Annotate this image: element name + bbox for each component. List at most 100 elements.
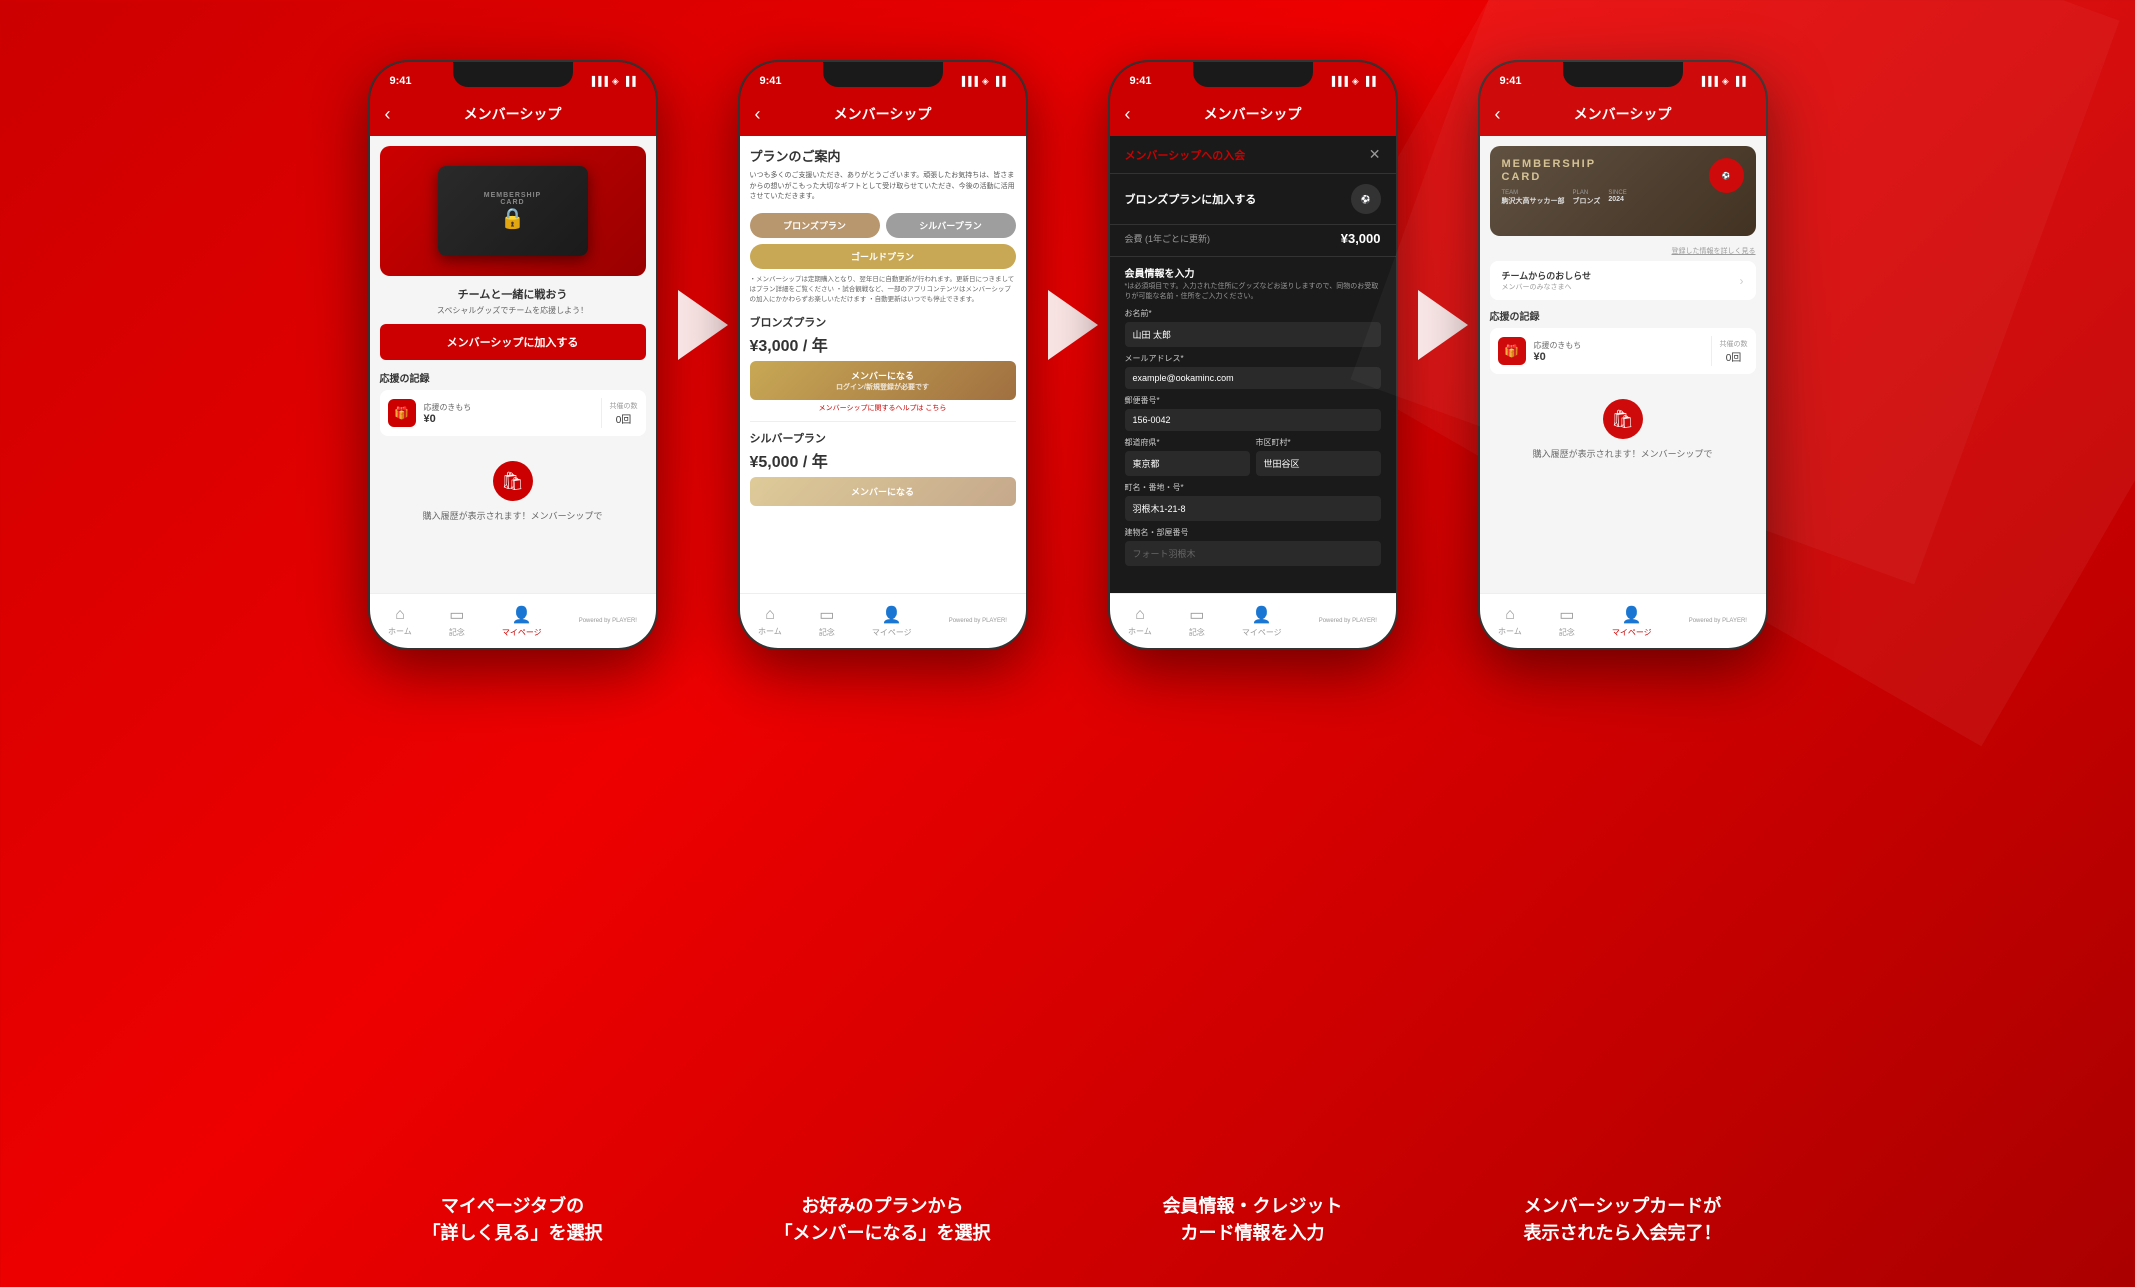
battery-icon: ▐▐ bbox=[623, 76, 636, 86]
phone-3: 9:41 ▐▐▐ ◈ ▐▐ ‹ メンバーシップ bbox=[1108, 60, 1398, 650]
prefecture-input[interactable]: 東京都 bbox=[1125, 451, 1250, 476]
help-link[interactable]: こちら bbox=[925, 405, 946, 412]
nav-home-4[interactable]: ⌂ ホーム bbox=[1498, 606, 1522, 637]
team-news-section[interactable]: チームからのおしらせ メンバーのみなさまへ › bbox=[1490, 261, 1756, 300]
caption-3: 会員情報・クレジット カード情報を入力 bbox=[1108, 1193, 1398, 1247]
arrow-2 bbox=[1038, 290, 1108, 360]
nav-home-1[interactable]: ⌂ ホーム bbox=[388, 606, 412, 637]
lock-icon: 🔒 bbox=[500, 206, 525, 231]
count-label-4: 共催の数 bbox=[1720, 339, 1748, 349]
silver-plan-section: シルバープラン ¥5,000 / 年 メンバーになる bbox=[750, 421, 1016, 506]
nav-news-1[interactable]: ▭ 記念 bbox=[449, 605, 465, 638]
bronze-title: ブロンズプラン bbox=[750, 314, 1016, 330]
team-news-label: チームからのおしらせ bbox=[1502, 269, 1592, 282]
phone-3-back[interactable]: ‹ bbox=[1125, 104, 1131, 125]
phone-1-subtitle: チームと一緒に戦おう bbox=[380, 286, 646, 302]
btn-silver[interactable]: シルバープラン bbox=[886, 213, 1016, 238]
card-detail-link[interactable]: 登録した情報を詳しく見る bbox=[1490, 246, 1756, 256]
home-label-2: ホーム bbox=[758, 626, 782, 637]
nav-home-3[interactable]: ⌂ ホーム bbox=[1128, 606, 1152, 637]
support-amount-1: ¥0 bbox=[424, 413, 593, 425]
membership-card-full: MEMBERSHIP CARD TEAM 駒沢大高サッカー部 bbox=[1490, 146, 1756, 236]
phone-1-time: 9:41 bbox=[390, 75, 412, 87]
phone-4-status-icons: ▐▐▐ ◈ ▐▐ bbox=[1699, 76, 1746, 87]
nav-mypage-3[interactable]: 👤 マイページ bbox=[1242, 605, 1282, 638]
phone-1-content: MEMBERSHIP CARD 🔒 チームと一緒に戦おう スペシャルグッズでチー… bbox=[370, 136, 656, 593]
captions-row: マイページタブの 「詳しく見る」を選択 お好みのプランから 「メンバーになる」を… bbox=[80, 1193, 2055, 1247]
nav-news-3[interactable]: ▭ 記念 bbox=[1189, 605, 1205, 638]
news-icon-1: ▭ bbox=[449, 605, 464, 625]
prefecture-group: 都道府県* 東京都 bbox=[1125, 437, 1250, 482]
building-input[interactable]: フォート羽根木 bbox=[1125, 541, 1381, 566]
phone-2-notch bbox=[823, 62, 943, 87]
news-label-4: 記念 bbox=[1559, 627, 1575, 638]
card-since-val: 2024 bbox=[1608, 196, 1626, 203]
news-label-1: 記念 bbox=[449, 627, 465, 638]
phone-1-title: メンバーシップ bbox=[464, 104, 562, 124]
phone-4-content: MEMBERSHIP CARD TEAM 駒沢大高サッカー部 bbox=[1480, 136, 1766, 593]
support-label-4: 応援のきもち bbox=[1534, 340, 1703, 351]
phone-1-join-button[interactable]: メンバーシップに加入する bbox=[380, 324, 646, 360]
nav-news-2[interactable]: ▭ 記念 bbox=[819, 605, 835, 638]
phone-1-purchase-area: 🛍 購入履歴が表示されます！メンバーシップで bbox=[370, 441, 656, 542]
arrow-right-2 bbox=[1048, 290, 1098, 360]
address-input[interactable]: 羽根木1-21-8 bbox=[1125, 496, 1381, 521]
phone-4-header: ‹ メンバーシップ bbox=[1480, 92, 1766, 136]
purchase-icon-1: 🛍 bbox=[493, 461, 533, 501]
phone-2-bottom-nav: ⌂ ホーム ▭ 記念 👤 マイページ Powered by PLAYER! bbox=[740, 593, 1026, 648]
support-amount-4: ¥0 bbox=[1534, 351, 1703, 363]
nav-mypage-2[interactable]: 👤 マイページ bbox=[872, 605, 912, 638]
signal-icon-3: ▐▐▐ bbox=[1329, 76, 1348, 86]
btn-bronze[interactable]: ブロンズプラン bbox=[750, 213, 880, 238]
arrow-right-3 bbox=[1418, 290, 1468, 360]
caption-4: メンバーシップカードが 表示されたら入会完了！ bbox=[1478, 1193, 1768, 1247]
help-text: メンバーシップに関するヘルプは bbox=[819, 405, 924, 412]
phone-4-wrapper: 9:41 ▐▐▐ ◈ ▐▐ ‹ メンバーシップ bbox=[1478, 60, 1768, 650]
email-label: メールアドレス* bbox=[1125, 353, 1381, 364]
phone-1-support-title: 応援の記録 bbox=[380, 370, 646, 385]
nav-news-4[interactable]: ▭ 記念 bbox=[1559, 605, 1575, 638]
powered-label-4: Powered by PLAYER! bbox=[1689, 618, 1747, 624]
nav-mypage-4[interactable]: 👤 マイページ bbox=[1612, 605, 1652, 638]
powered-label-1: Powered by PLAYER! bbox=[579, 618, 637, 624]
phone-1-support-record: 🎁 応援のきもち ¥0 共催の数 0回 bbox=[380, 390, 646, 436]
nav-home-2[interactable]: ⌂ ホーム bbox=[758, 606, 782, 637]
phone-2-back[interactable]: ‹ bbox=[755, 104, 761, 125]
signal-icon-4: ▐▐▐ bbox=[1699, 76, 1718, 86]
mypage-label-2: マイページ bbox=[872, 627, 912, 638]
modal-fee-amount: ¥3,000 bbox=[1341, 231, 1381, 246]
modal-header: メンバーシップへの入会 ✕ bbox=[1110, 136, 1396, 174]
bronze-member-btn[interactable]: メンバーになる ログイン/新規登録が必要です bbox=[750, 361, 1016, 400]
phone-1-back[interactable]: ‹ bbox=[385, 104, 391, 125]
phone-4: 9:41 ▐▐▐ ◈ ▐▐ ‹ メンバーシップ bbox=[1478, 60, 1768, 650]
modal-fee-label: 会費 (1年ごとに更新) bbox=[1125, 232, 1211, 245]
caption-text-3: 会員情報・クレジット カード情報を入力 bbox=[1108, 1193, 1398, 1247]
home-icon-1: ⌂ bbox=[395, 606, 405, 624]
name-input[interactable]: 山田 太郎 bbox=[1125, 322, 1381, 347]
email-input[interactable]: example@ookaminc.com bbox=[1125, 367, 1381, 389]
silver-member-btn[interactable]: メンバーになる bbox=[750, 477, 1016, 506]
bronze-btn-label: メンバーになる bbox=[750, 369, 1016, 382]
phone-1-header: ‹ メンバーシップ bbox=[370, 92, 656, 136]
bronze-price: ¥3,000 / 年 bbox=[750, 332, 1016, 356]
modal-close-btn[interactable]: ✕ bbox=[1369, 146, 1381, 163]
caption-text-2: お好みのプランから 「メンバーになる」を選択 bbox=[738, 1193, 1028, 1247]
membership-card-small: MEMBERSHIP CARD 🔒 bbox=[438, 166, 588, 256]
modal-fee-row: 会費 (1年ごとに更新) ¥3,000 bbox=[1110, 225, 1396, 257]
news-icon-4: ▭ bbox=[1559, 605, 1574, 625]
phone-4-purchase-area: 🛍 購入履歴が表示されます！メンバーシップで bbox=[1480, 379, 1766, 480]
phone-4-time: 9:41 bbox=[1500, 75, 1522, 87]
news-label-3: 記念 bbox=[1189, 627, 1205, 638]
phone-3-bottom-nav: ⌂ ホーム ▭ 記念 👤 マイページ Powered by PLAYER! bbox=[1110, 593, 1396, 648]
phone-4-group: 9:41 ▐▐▐ ◈ ▐▐ ‹ メンバーシップ bbox=[1478, 60, 1768, 650]
support-count-4: 共催の数 0回 bbox=[1720, 339, 1748, 364]
btn-gold[interactable]: ゴールドプラン bbox=[750, 244, 1016, 269]
home-icon-2: ⌂ bbox=[765, 606, 775, 624]
postal-input[interactable]: 156-0042 bbox=[1125, 409, 1381, 431]
city-input[interactable]: 世田谷区 bbox=[1256, 451, 1381, 476]
phone-4-back[interactable]: ‹ bbox=[1495, 104, 1501, 125]
nav-mypage-1[interactable]: 👤 マイページ bbox=[502, 605, 542, 638]
news-icon-3: ▭ bbox=[1189, 605, 1204, 625]
nav-powered-2: Powered by PLAYER! bbox=[949, 618, 1007, 624]
phone-2-title: メンバーシップ bbox=[834, 104, 932, 124]
